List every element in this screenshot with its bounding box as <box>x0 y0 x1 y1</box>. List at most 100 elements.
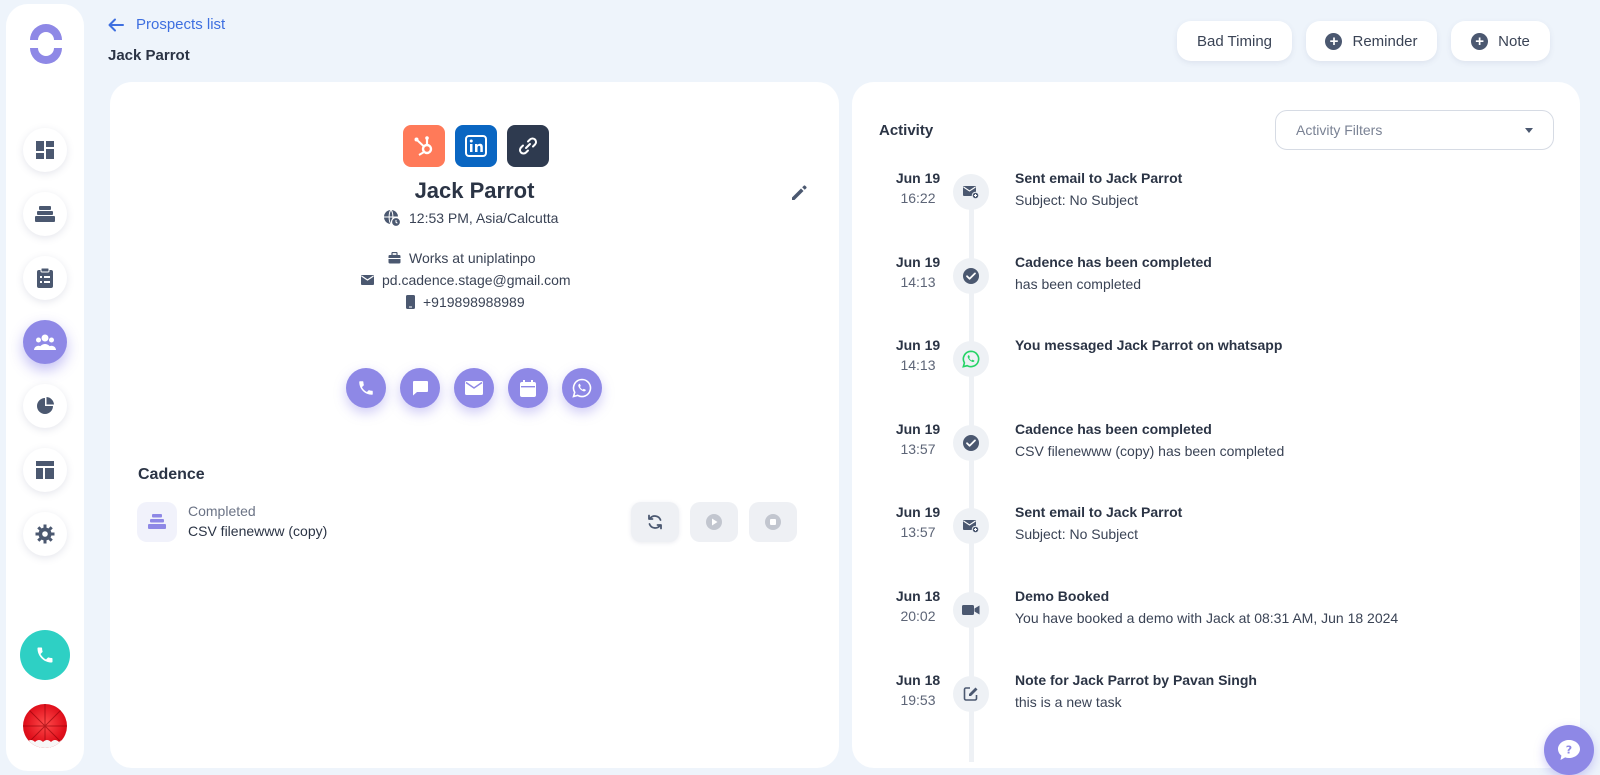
whatsapp-icon <box>953 341 989 377</box>
cadence-stop-button[interactable] <box>749 502 797 542</box>
cadence-section-title: Cadence <box>138 466 205 483</box>
bad-timing-label: Bad Timing <box>1196 32 1273 50</box>
note-edit-icon <box>953 676 989 712</box>
layout-icon <box>35 460 55 480</box>
edit-prospect-button[interactable] <box>790 184 808 202</box>
activity-date: Jun 19 14:13 <box>892 335 944 375</box>
plus-circle-icon: + <box>1325 32 1343 50</box>
call-fab-button[interactable] <box>20 630 70 680</box>
caret-down-icon <box>1525 127 1533 133</box>
activity-date: Jun 18 19:53 <box>892 670 944 710</box>
nav-dashboard[interactable] <box>23 128 67 172</box>
activity-item[interactable]: Jun 19 14:13 You messaged Jack Parrot on … <box>852 335 1580 405</box>
mail-icon <box>361 275 374 285</box>
cadence-resume-button[interactable] <box>690 502 738 542</box>
hubspot-icon <box>412 134 436 158</box>
nav-templates[interactable] <box>23 448 67 492</box>
web-link-button[interactable] <box>507 125 549 167</box>
schedule-button[interactable] <box>508 368 548 408</box>
nav-settings[interactable] <box>23 512 67 556</box>
activity-day: Jun 19 <box>895 421 941 437</box>
linkedin-link-button[interactable] <box>455 125 497 167</box>
linkedin-icon <box>465 135 487 157</box>
activity-item[interactable]: Jun 19 13:57 Cadence has been completed C… <box>852 419 1580 489</box>
activity-title-text: Demo Booked <box>1015 588 1110 604</box>
play-circle-icon <box>705 513 723 531</box>
activity-subtitle-text: Subject: No Subject <box>1015 192 1138 208</box>
contact-actions <box>346 368 602 408</box>
nav-cadences[interactable] <box>23 192 67 236</box>
activity-date: Jun 19 13:57 <box>892 502 944 542</box>
cadence-restart-button[interactable] <box>631 502 679 542</box>
mail-icon <box>465 381 483 395</box>
reminder-button[interactable]: + Reminder <box>1306 21 1437 61</box>
email-text[interactable]: pd.cadence.stage@gmail.com <box>382 272 571 288</box>
message-button[interactable] <box>400 368 440 408</box>
mobile-icon <box>406 295 415 309</box>
chat-icon <box>411 379 429 397</box>
activity-item[interactable]: Jun 19 13:57 Sent email to Jack Parrot Su… <box>852 502 1580 572</box>
activity-subtitle-text: Subject: No Subject <box>1015 526 1138 542</box>
activity-time: 19:53 <box>900 692 936 708</box>
email-button[interactable] <box>454 368 494 408</box>
phone-icon <box>357 379 375 397</box>
note-label: Note <box>1498 32 1530 50</box>
activity-day: Jun 19 <box>895 504 941 520</box>
hubspot-link-button[interactable] <box>403 125 445 167</box>
activity-item[interactable]: Jun 18 20:02 Demo Booked You have booked … <box>852 586 1580 656</box>
briefcase-icon <box>388 252 401 264</box>
activity-day: Jun 18 <box>895 588 941 604</box>
activity-time: 16:22 <box>900 190 936 206</box>
phone-text[interactable]: +919898988989 <box>423 294 525 310</box>
app-logo[interactable] <box>26 24 66 64</box>
reminder-label: Reminder <box>1352 32 1418 50</box>
company-text: Works at uniplatinpo <box>409 250 536 266</box>
plus-circle-icon: + <box>1471 32 1489 50</box>
layers-icon <box>147 514 167 530</box>
email-sent-icon <box>953 174 989 210</box>
nav-people[interactable] <box>23 320 67 364</box>
video-icon <box>953 592 989 628</box>
cadence-name[interactable]: CSV filenewww (copy) <box>188 523 327 539</box>
activity-day: Jun 19 <box>895 170 941 186</box>
whatsapp-button[interactable] <box>562 368 602 408</box>
check-circle-icon <box>953 258 989 294</box>
activity-title-text: Cadence has been completed <box>1015 254 1212 270</box>
activity-title: Activity <box>879 122 934 139</box>
activity-item[interactable]: Jun 18 19:53 Note for Jack Parrot by Pava… <box>852 670 1580 740</box>
phone-icon <box>35 645 55 665</box>
back-link[interactable]: Prospects list <box>108 16 225 33</box>
activity-title-text: Note for Jack Parrot by Pavan Singh <box>1015 672 1257 688</box>
activity-date: Jun 19 14:13 <box>892 252 944 292</box>
activity-time: 14:13 <box>900 357 936 373</box>
activity-subtitle-text: You have booked a demo with Jack at 08:3… <box>1015 610 1399 626</box>
timezone-row: 12:53 PM, Asia/Calcutta <box>383 209 558 227</box>
integration-links <box>403 125 549 167</box>
phone-row: +919898988989 <box>406 294 525 310</box>
user-avatar[interactable] <box>23 704 67 748</box>
activity-filter-dropdown[interactable]: Activity Filters <box>1275 110 1554 150</box>
people-icon <box>34 333 56 351</box>
whatsapp-icon <box>572 378 592 398</box>
help-chat-button[interactable]: ? <box>1544 725 1594 775</box>
help-chat-icon: ? <box>1557 739 1581 761</box>
call-button[interactable] <box>346 368 386 408</box>
note-button[interactable]: + Note <box>1451 21 1550 61</box>
nav-tasks[interactable] <box>23 256 67 300</box>
activity-item[interactable]: Jun 19 16:22 Sent email to Jack Parrot Su… <box>852 168 1580 238</box>
svg-text:?: ? <box>1566 744 1572 757</box>
activity-item[interactable]: Jun 19 14:13 Cadence has been completed h… <box>852 252 1580 322</box>
activity-card: Activity Activity Filters Jun 19 16:22 Se… <box>852 82 1580 768</box>
activity-time: 13:57 <box>900 441 936 457</box>
activity-time: 20:02 <box>900 608 936 624</box>
prospect-card: Jack Parrot 12:53 PM, Asia/Calcutta Work… <box>110 82 839 768</box>
activity-date: Jun 18 20:02 <box>892 586 944 626</box>
dashboard-icon <box>35 140 55 160</box>
activity-title-text: Sent email to Jack Parrot <box>1015 170 1183 186</box>
bad-timing-button[interactable]: Bad Timing <box>1177 21 1292 61</box>
arrow-left-icon <box>108 18 124 32</box>
clipboard-icon <box>36 267 54 289</box>
sidebar <box>6 4 84 771</box>
stop-circle-icon <box>764 513 782 531</box>
nav-reports[interactable] <box>23 384 67 428</box>
